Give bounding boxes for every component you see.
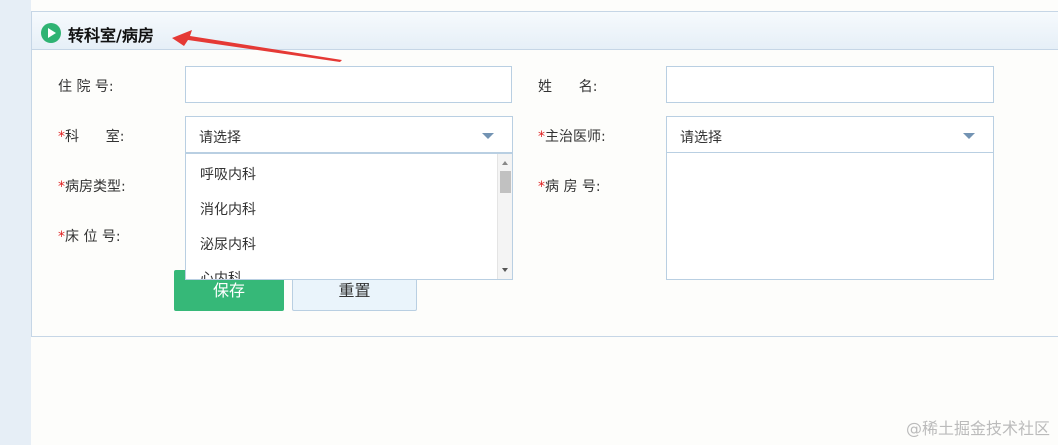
name-input[interactable] (666, 66, 994, 103)
dropdown-option[interactable]: 呼吸内科 (200, 164, 256, 184)
required-mark: * (538, 129, 545, 145)
bed-no-label-text: 床 位 号: (65, 229, 121, 245)
chevron-down-icon (482, 133, 494, 139)
department-label: *科 室: (58, 126, 124, 146)
ward-no-label: *病 房 号: (538, 176, 601, 196)
required-mark: * (58, 229, 65, 245)
chevron-down-icon (963, 133, 975, 139)
dropdown-scrollbar[interactable] (497, 154, 512, 279)
attending-doctor-label: *主治医师: (538, 126, 606, 146)
annotation-arrow-icon (172, 30, 342, 62)
required-mark: * (58, 129, 65, 145)
attending-doctor-select[interactable]: 请选择 (666, 116, 994, 153)
bed-no-label: *床 位 号: (58, 226, 121, 246)
dropdown-option[interactable]: 心内科 (200, 268, 242, 279)
play-circle-icon (41, 23, 61, 43)
ward-type-label: *病房类型: (58, 176, 126, 196)
ward-type-label-text: 病房类型: (65, 179, 126, 195)
left-strip (0, 0, 31, 445)
name-label: 姓 名: (538, 79, 598, 95)
dropdown-option[interactable]: 泌尿内科 (200, 234, 256, 254)
required-mark: * (58, 179, 65, 195)
attending-doctor-select-value: 请选择 (680, 130, 722, 146)
ward-no-label-text: 病 房 号: (545, 179, 601, 195)
attending-doctor-label-text: 主治医师: (545, 129, 606, 145)
inpatient-no-label: 住 院 号: (58, 79, 114, 95)
panel-title: 转科室/病房 (68, 26, 154, 45)
inpatient-no-input[interactable] (185, 66, 512, 103)
dropdown-option[interactable]: 消化内科 (200, 199, 256, 219)
department-select-value: 请选择 (199, 130, 241, 146)
scrollbar-thumb[interactable] (500, 171, 511, 193)
department-select[interactable]: 请选择 (185, 116, 513, 153)
department-label-text: 科 室: (65, 129, 125, 145)
required-mark: * (538, 179, 545, 195)
scroll-down-icon[interactable] (502, 268, 508, 272)
watermark: @稀土掘金技术社区 (905, 419, 1050, 438)
department-dropdown-list[interactable]: 呼吸内科 消化内科 泌尿内科 心内科 (185, 153, 513, 280)
doctor-options-area[interactable] (666, 153, 994, 280)
scroll-up-icon[interactable] (502, 161, 508, 165)
